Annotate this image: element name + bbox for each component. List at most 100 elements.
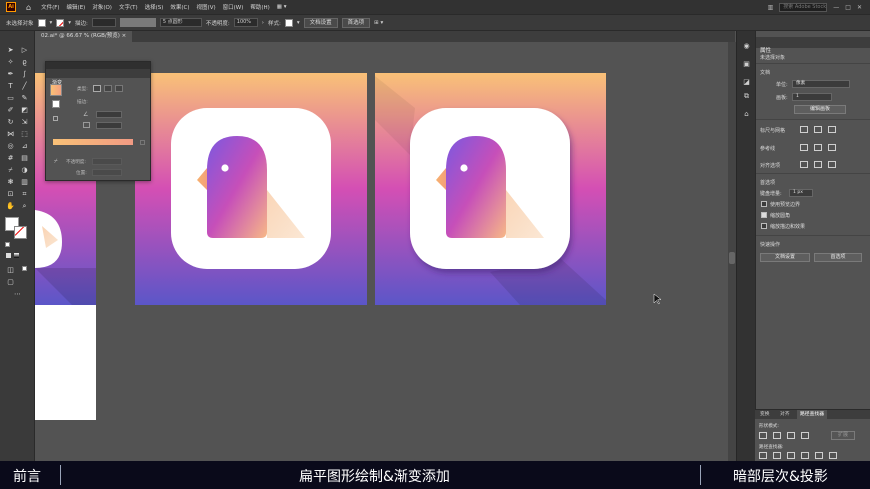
chevron-down-icon[interactable]: ▾ <box>50 20 53 26</box>
magic-wand-icon[interactable]: ✧ <box>5 57 16 67</box>
symbol-sprayer-icon[interactable]: ❃ <box>5 177 16 187</box>
color-mode-icon[interactable] <box>6 253 11 258</box>
quick-doc-setup-button[interactable]: 文档设置 <box>760 253 810 262</box>
fill-swatch[interactable] <box>37 18 46 27</box>
chevron-down-icon[interactable]: ▾ <box>297 20 300 26</box>
vertical-scrollbar[interactable] <box>728 42 736 461</box>
image-trace-icon[interactable]: ◪ <box>741 77 752 87</box>
gradient-thumbnail[interactable] <box>50 84 62 96</box>
chevron-right-icon[interactable]: › <box>262 20 264 26</box>
direct-selection-tool-icon[interactable]: ▷ <box>19 45 30 55</box>
home-icon[interactable]: ⌂ <box>26 3 31 12</box>
expand-button[interactable]: 扩展 <box>831 431 855 440</box>
scale-corners-checkbox[interactable] <box>761 212 767 218</box>
trim-icon[interactable] <box>773 452 781 459</box>
exclude-icon[interactable] <box>801 432 809 439</box>
doc-setup-button[interactable]: 文档设置 <box>303 17 338 28</box>
edit-artboards-button[interactable]: 编辑画板 <box>794 105 846 114</box>
transparency-grid-icon[interactable] <box>828 126 836 133</box>
default-colors-icon[interactable] <box>5 242 10 247</box>
snap-grid-icon[interactable] <box>814 161 822 168</box>
eyedropper-icon[interactable]: ⌿ <box>5 165 16 175</box>
paintbrush-icon[interactable]: ✎ <box>19 93 30 103</box>
aspect-ratio-input[interactable] <box>96 122 122 129</box>
linear-gradient-icon[interactable] <box>93 85 101 92</box>
menu-view[interactable]: 视图(V) <box>197 3 216 11</box>
scrollbar-thumb[interactable] <box>729 252 735 264</box>
none-mode-icon[interactable] <box>22 266 27 271</box>
menu-object[interactable]: 对象(O) <box>92 3 112 11</box>
close-icon[interactable]: ✕ <box>857 4 862 11</box>
shaper-tool-icon[interactable]: ✐ <box>5 105 16 115</box>
shape-builder-icon[interactable]: ◎ <box>5 141 16 151</box>
rotate-tool-icon[interactable]: ↻ <box>5 117 16 127</box>
stroke-color-swatch[interactable] <box>14 226 27 239</box>
gradient-location-input[interactable] <box>92 169 122 176</box>
keyboard-increment-input[interactable]: 1 px <box>789 189 813 197</box>
mesh-tool-icon[interactable]: # <box>5 153 16 163</box>
selection-tool-icon[interactable]: ➤ <box>5 45 16 55</box>
menu-file[interactable]: 文件(F) <box>41 3 59 11</box>
free-transform-icon[interactable]: ⬚ <box>19 129 30 139</box>
properties-tab[interactable]: 属性 <box>756 37 870 54</box>
variable-width-profile[interactable] <box>119 18 156 27</box>
screen-mode-icon[interactable]: ▢ <box>5 277 16 287</box>
opacity-input[interactable]: 100% <box>233 18 258 27</box>
brush-definition[interactable]: 5 点圆形 <box>159 18 202 27</box>
freeform-gradient-icon[interactable] <box>115 85 123 92</box>
maximize-icon[interactable]: □ <box>845 4 851 11</box>
artboard-tool-icon[interactable]: ⊡ <box>5 189 16 199</box>
panel-drag-bar[interactable] <box>46 62 150 69</box>
line-tool-icon[interactable]: ╱ <box>19 81 30 91</box>
hand-tool-icon[interactable]: ✋ <box>5 201 16 211</box>
layers-icon[interactable]: ⧉ <box>741 91 752 101</box>
slice-tool-icon[interactable]: ⌗ <box>19 189 30 199</box>
gradient-tool-icon[interactable]: ▤ <box>19 153 30 163</box>
grid-icon[interactable] <box>814 126 822 133</box>
menu-effect[interactable]: 效果(C) <box>170 3 189 11</box>
scale-strokes-checkbox[interactable] <box>761 223 767 229</box>
preferences-button[interactable]: 首选项 <box>341 17 371 28</box>
eraser-icon[interactable]: ◩ <box>19 105 30 115</box>
stock-search-input[interactable]: 搜索 Adobe Stock <box>779 2 828 12</box>
curvature-tool-icon[interactable]: ∫ <box>19 69 30 79</box>
rectangle-tool-icon[interactable]: ▭ <box>5 93 16 103</box>
menu-type[interactable]: 文字(T) <box>119 3 138 11</box>
minimize-icon[interactable]: — <box>833 4 839 11</box>
eyedropper-icon[interactable]: ⌿ <box>54 158 58 166</box>
unite-icon[interactable] <box>759 432 767 439</box>
merge-icon[interactable] <box>787 452 795 459</box>
color-guide-icon[interactable]: ◉ <box>741 41 752 51</box>
artboard-select[interactable]: 1 <box>792 93 832 101</box>
units-select[interactable]: 像素 <box>792 80 850 88</box>
intersect-icon[interactable] <box>787 432 795 439</box>
swatches-icon[interactable]: ▣ <box>741 59 752 69</box>
tab-transform[interactable]: 变换 <box>757 410 773 419</box>
divide-icon[interactable] <box>759 452 767 459</box>
reverse-gradient-icon[interactable] <box>53 116 58 121</box>
menu-edit[interactable]: 编辑(E) <box>67 3 86 11</box>
chevron-down-icon[interactable]: ▾ <box>68 20 71 26</box>
gradient-mode-icon[interactable] <box>14 253 19 258</box>
menu-select[interactable]: 选择(S) <box>145 3 164 11</box>
snap-pixel-icon[interactable] <box>828 161 836 168</box>
smart-guides-icon[interactable] <box>828 144 836 151</box>
arrange-documents-icon[interactable]: ⊞ ▾ <box>374 20 383 26</box>
menu-help[interactable]: 帮助(H) <box>250 3 269 11</box>
minus-back-icon[interactable] <box>829 452 837 459</box>
guides-lock-icon[interactable] <box>814 144 822 151</box>
delete-stop-icon[interactable] <box>140 140 145 145</box>
radial-gradient-icon[interactable] <box>104 85 112 92</box>
libraries-icon[interactable]: ⌂ <box>741 109 752 119</box>
quick-preferences-button[interactable]: 首选项 <box>814 253 862 262</box>
document-tab[interactable]: 02.ai* @ 66.67 % (RGB/预览) × <box>35 31 133 42</box>
stroke-swatch[interactable] <box>56 18 65 27</box>
stroke-weight-input[interactable] <box>91 18 116 27</box>
type-tool-icon[interactable]: T <box>5 81 16 91</box>
scale-tool-icon[interactable]: ⇲ <box>19 117 30 127</box>
drawing-mode-icon[interactable]: ◫ <box>5 265 16 275</box>
more-tools-icon[interactable]: ⋯ <box>12 289 23 299</box>
minus-front-icon[interactable] <box>773 432 781 439</box>
workspace-switcher-icon[interactable]: ▦ ▾ <box>277 4 287 10</box>
snap-point-icon[interactable] <box>800 161 808 168</box>
